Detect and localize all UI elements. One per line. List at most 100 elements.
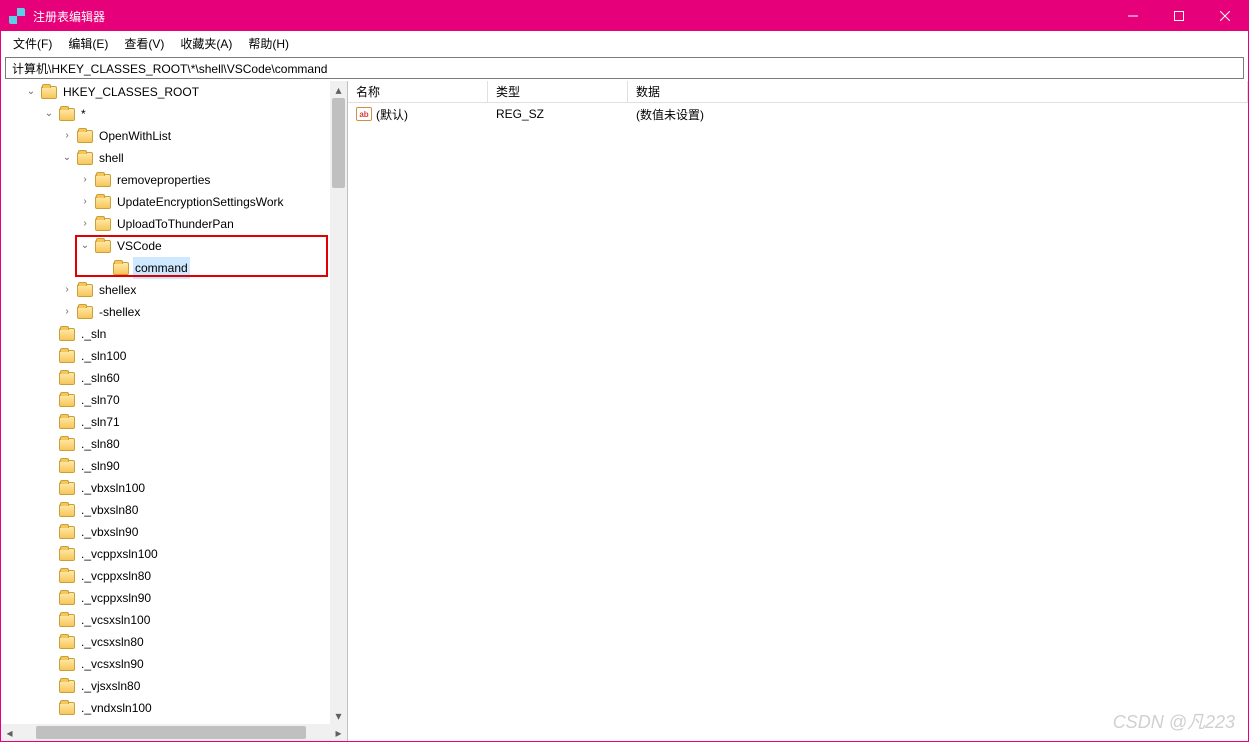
tree-item-label: ._vbxsln80	[79, 499, 140, 521]
tree-item-label: ._vbxsln100	[79, 477, 147, 499]
menu-help[interactable]: 帮助(H)	[240, 33, 297, 54]
scroll-up-icon[interactable]: ▴	[330, 81, 347, 98]
column-type[interactable]: 类型	[488, 81, 628, 102]
scroll-down-icon[interactable]: ▾	[330, 707, 347, 724]
chevron-down-icon[interactable]: ⌄	[79, 235, 91, 257]
menu-edit[interactable]: 编辑(E)	[60, 33, 116, 54]
tree-item-label: ._sln	[79, 323, 108, 345]
tree-item-label: ._sln60	[79, 367, 122, 389]
tree-hkcr[interactable]: ⌄ HKEY_CLASSES_ROOT	[7, 81, 347, 103]
vertical-scrollbar[interactable]: ▴ ▾	[330, 81, 347, 724]
values-pane: 名称 类型 数据 ab (默认) REG_SZ (数值未设置)	[348, 81, 1248, 741]
chevron-right-icon[interactable]: ›	[79, 191, 91, 213]
folder-icon	[59, 438, 75, 451]
tree-key-1[interactable]: ·._sln100	[7, 345, 347, 367]
folder-icon	[59, 460, 75, 473]
tree-item-label: OpenWithList	[97, 125, 173, 147]
tree-key-5[interactable]: ·._sln80	[7, 433, 347, 455]
chevron-right-icon[interactable]: ›	[79, 169, 91, 191]
chevron-right-icon[interactable]: ›	[61, 301, 73, 323]
tree-item-label: shell	[97, 147, 126, 169]
tree-item-label: ._sln100	[79, 345, 128, 367]
tree-uploadthunder[interactable]: ›UploadToThunderPan	[7, 213, 347, 235]
folder-icon	[77, 130, 93, 143]
tree-item-label: -shellex	[97, 301, 142, 323]
column-name[interactable]: 名称	[348, 81, 488, 102]
folder-icon	[59, 504, 75, 517]
tree-vscode[interactable]: ⌄VSCode	[7, 235, 347, 257]
tree-key-11[interactable]: ·._vcppxsln80	[7, 565, 347, 587]
value-type: REG_SZ	[488, 107, 628, 121]
menu-view[interactable]: 查看(V)	[116, 33, 172, 54]
folder-icon	[59, 350, 75, 363]
column-data[interactable]: 数据	[628, 81, 1248, 102]
minimize-button[interactable]	[1110, 1, 1156, 31]
horizontal-scrollbar[interactable]: ◂ ▸	[1, 724, 347, 741]
tree-item-label: ._vjsxsln80	[79, 675, 142, 697]
folder-icon	[59, 416, 75, 429]
tree-item-label: ._vbxsln90	[79, 521, 140, 543]
tree-key-0[interactable]: ·._sln	[7, 323, 347, 345]
tree-key-4[interactable]: ·._sln71	[7, 411, 347, 433]
tree-command[interactable]: ·command	[7, 257, 347, 279]
string-value-icon: ab	[356, 107, 372, 121]
tree-item-label: ._vcsxsln90	[79, 653, 146, 675]
menu-file[interactable]: 文件(F)	[5, 33, 60, 54]
folder-icon	[59, 680, 75, 693]
tree-shell[interactable]: ⌄ shell	[7, 147, 347, 169]
tree-key-8[interactable]: ·._vbxsln80	[7, 499, 347, 521]
tree-key-16[interactable]: ·._vjsxsln80	[7, 675, 347, 697]
chevron-down-icon[interactable]: ⌄	[61, 147, 73, 169]
chevron-down-icon[interactable]: ⌄	[43, 103, 55, 125]
folder-icon	[59, 636, 75, 649]
tree-key-10[interactable]: ·._vcppxsln100	[7, 543, 347, 565]
scroll-left-icon[interactable]: ◂	[1, 724, 18, 741]
chevron-down-icon[interactable]: ⌄	[25, 81, 37, 103]
tree-star[interactable]: ⌄*	[7, 103, 347, 125]
tree-item-label: ._sln90	[79, 455, 122, 477]
tree-removeproperties[interactable]: ›removeproperties	[7, 169, 347, 191]
scroll-right-icon[interactable]: ▸	[330, 724, 347, 741]
tree-key-9[interactable]: ·._vbxsln90	[7, 521, 347, 543]
menu-bar: 文件(F) 编辑(E) 查看(V) 收藏夹(A) 帮助(H)	[1, 31, 1248, 55]
folder-icon	[59, 526, 75, 539]
tree-item-label: ._sln70	[79, 389, 122, 411]
folder-icon	[95, 196, 111, 209]
value-data: (数值未设置)	[628, 106, 1248, 123]
folder-icon	[59, 614, 75, 627]
chevron-right-icon[interactable]: ›	[79, 213, 91, 235]
tree-key-3[interactable]: ·._sln70	[7, 389, 347, 411]
tree-key-17[interactable]: ·._vndxsln100	[7, 697, 347, 719]
tree-key-13[interactable]: ·._vcsxsln100	[7, 609, 347, 631]
tree-item-label: ._vcsxsln100	[79, 609, 152, 631]
tree-pane: ⌄HKEY_CLASSES_ROOT⌄*›OpenWithList⌄shell›…	[1, 81, 348, 741]
value-name: (默认)	[376, 106, 408, 123]
list-header: 名称 类型 数据	[348, 81, 1248, 103]
tree-openwithlist[interactable]: › OpenWithList	[7, 125, 347, 147]
folder-icon	[77, 152, 93, 165]
chevron-right-icon[interactable]: ›	[61, 279, 73, 301]
hscroll-thumb[interactable]	[36, 726, 306, 739]
tree-key-15[interactable]: ·._vcsxsln90	[7, 653, 347, 675]
folder-icon	[113, 262, 129, 275]
tree-neg-shellex[interactable]: › -shellex	[7, 301, 347, 323]
chevron-right-icon[interactable]: ›	[61, 125, 73, 147]
maximize-button[interactable]	[1156, 1, 1202, 31]
vscroll-thumb[interactable]	[332, 98, 345, 188]
tree-key-14[interactable]: ·._vcsxsln80	[7, 631, 347, 653]
tree-updateencryption[interactable]: ›UpdateEncryptionSettingsWork	[7, 191, 347, 213]
tree-key-7[interactable]: ·._vbxsln100	[7, 477, 347, 499]
address-bar[interactable]: 计算机\HKEY_CLASSES_ROOT\*\shell\VSCode\com…	[5, 57, 1244, 79]
folder-icon	[95, 240, 111, 253]
tree-key-2[interactable]: ·._sln60	[7, 367, 347, 389]
menu-favorites[interactable]: 收藏夹(A)	[172, 33, 240, 54]
tree-key-6[interactable]: ·._sln90	[7, 455, 347, 477]
tree-item-label: HKEY_CLASSES_ROOT	[61, 81, 201, 103]
title-bar: 注册表编辑器	[1, 1, 1248, 31]
tree-item-label: ._vcppxsln80	[79, 565, 153, 587]
value-row[interactable]: ab (默认) REG_SZ (数值未设置)	[348, 103, 1248, 125]
folder-icon	[59, 394, 75, 407]
tree-shellex[interactable]: ›shellex	[7, 279, 347, 301]
close-button[interactable]	[1202, 1, 1248, 31]
tree-key-12[interactable]: ·._vcppxsln90	[7, 587, 347, 609]
